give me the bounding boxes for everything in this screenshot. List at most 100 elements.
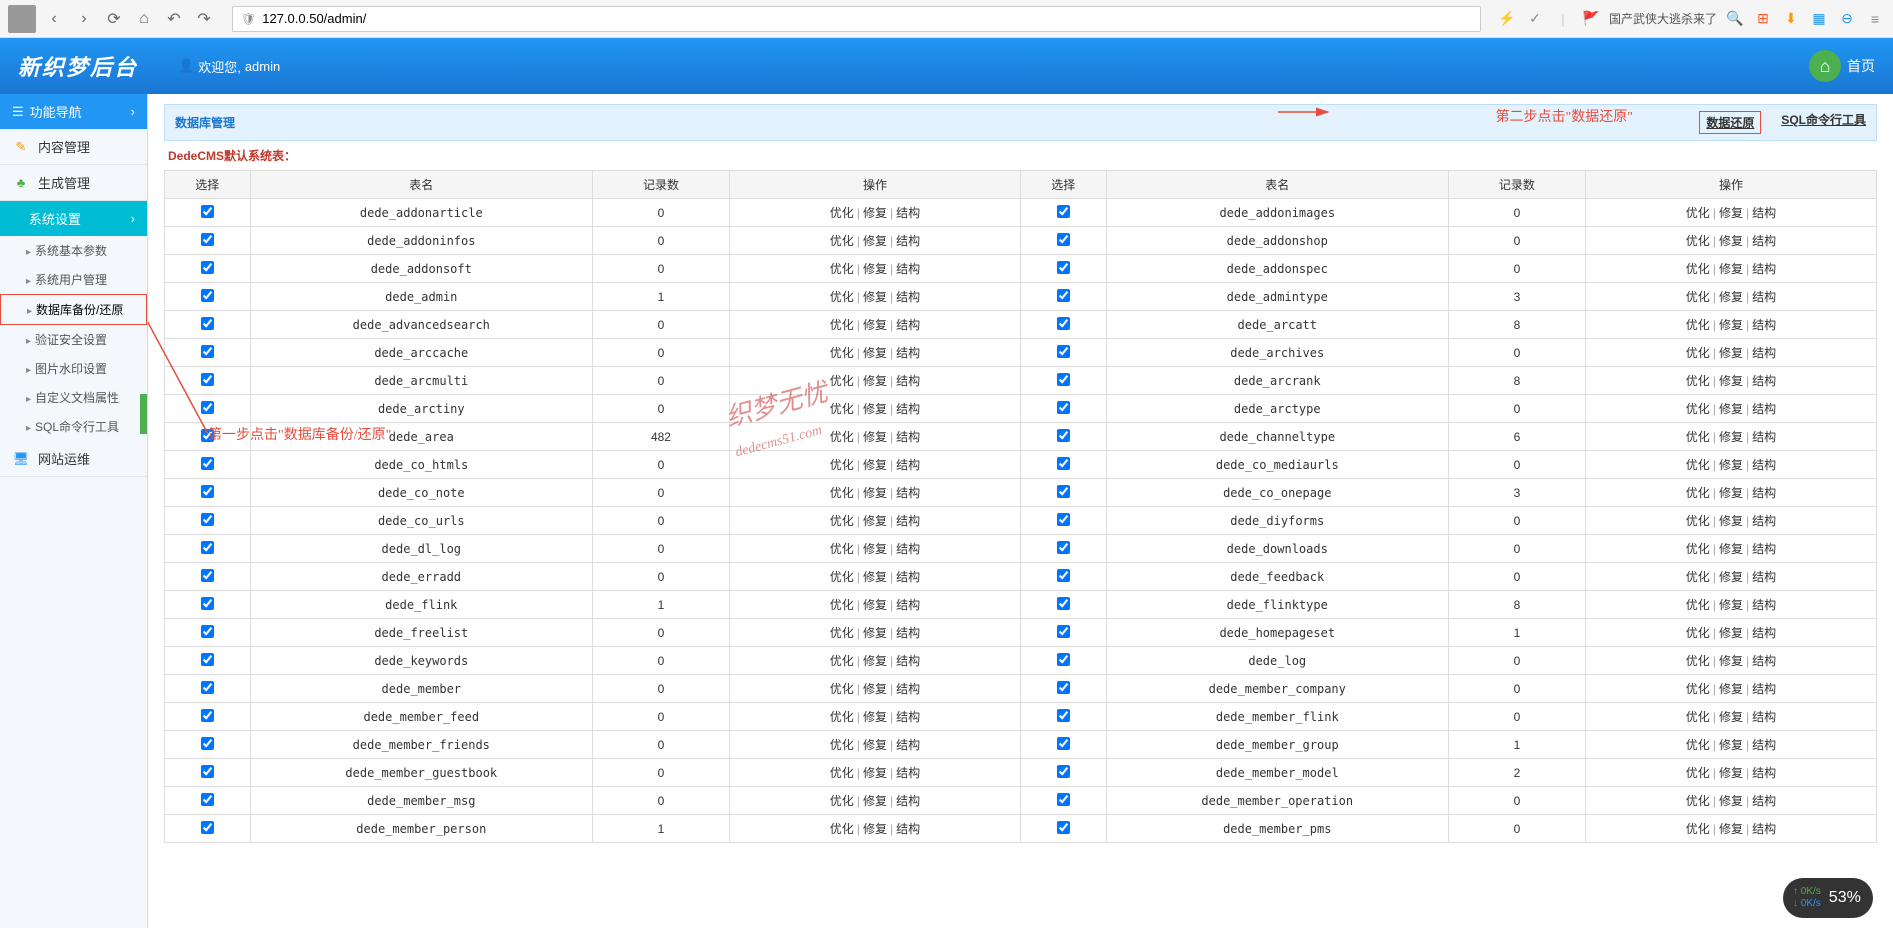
row-checkbox[interactable] [201, 821, 214, 834]
home-button[interactable]: ⌂ [132, 7, 156, 31]
structure-link[interactable]: 结构 [896, 402, 920, 416]
repair-link[interactable]: 修复 [863, 766, 887, 780]
optimize-link[interactable]: 优化 [1686, 206, 1710, 220]
row-checkbox[interactable] [1057, 317, 1070, 330]
row-checkbox[interactable] [1057, 401, 1070, 414]
optimize-link[interactable]: 优化 [1686, 598, 1710, 612]
repair-link[interactable]: 修复 [863, 206, 887, 220]
repair-link[interactable]: 修复 [863, 458, 887, 472]
structure-link[interactable]: 结构 [896, 458, 920, 472]
repair-link[interactable]: 修复 [863, 626, 887, 640]
structure-link[interactable]: 结构 [896, 486, 920, 500]
reload-button[interactable]: ⟳ [102, 7, 126, 31]
row-checkbox[interactable] [201, 457, 214, 470]
structure-link[interactable]: 结构 [1752, 794, 1776, 808]
structure-link[interactable]: 结构 [896, 654, 920, 668]
optimize-link[interactable]: 优化 [830, 626, 854, 640]
row-checkbox[interactable] [201, 569, 214, 582]
repair-link[interactable]: 修复 [863, 542, 887, 556]
bookmark-text[interactable]: 国产武侠大逃杀来了 [1609, 10, 1717, 27]
repair-link[interactable]: 修复 [863, 598, 887, 612]
row-checkbox[interactable] [1057, 653, 1070, 666]
structure-link[interactable]: 结构 [896, 626, 920, 640]
optimize-link[interactable]: 优化 [1686, 486, 1710, 500]
row-checkbox[interactable] [201, 597, 214, 610]
repair-link[interactable]: 修复 [1719, 570, 1743, 584]
structure-link[interactable]: 结构 [896, 794, 920, 808]
row-checkbox[interactable] [201, 681, 214, 694]
repair-link[interactable]: 修复 [863, 262, 887, 276]
optimize-link[interactable]: 优化 [830, 402, 854, 416]
nav-header[interactable]: ☰ 功能导航 › [0, 94, 147, 129]
row-checkbox[interactable] [1057, 625, 1070, 638]
optimize-link[interactable]: 优化 [830, 206, 854, 220]
optimize-link[interactable]: 优化 [1686, 402, 1710, 416]
repair-link[interactable]: 修复 [863, 514, 887, 528]
sql-tool-link[interactable]: SQL命令行工具 [1781, 111, 1866, 134]
row-checkbox[interactable] [201, 261, 214, 274]
structure-link[interactable]: 结构 [896, 822, 920, 836]
row-checkbox[interactable] [201, 345, 214, 358]
structure-link[interactable]: 结构 [1752, 570, 1776, 584]
optimize-link[interactable]: 优化 [1686, 346, 1710, 360]
optimize-link[interactable]: 优化 [1686, 738, 1710, 752]
row-checkbox[interactable] [201, 233, 214, 246]
repair-link[interactable]: 修复 [863, 374, 887, 388]
optimize-link[interactable]: 优化 [1686, 514, 1710, 528]
structure-link[interactable]: 结构 [896, 514, 920, 528]
optimize-link[interactable]: 优化 [1686, 318, 1710, 332]
row-checkbox[interactable] [1057, 597, 1070, 610]
optimize-link[interactable]: 优化 [1686, 262, 1710, 276]
row-checkbox[interactable] [1057, 345, 1070, 358]
structure-link[interactable]: 结构 [1752, 626, 1776, 640]
optimize-link[interactable]: 优化 [1686, 766, 1710, 780]
structure-link[interactable]: 结构 [896, 262, 920, 276]
optimize-link[interactable]: 优化 [1686, 794, 1710, 808]
optimize-link[interactable]: 优化 [830, 262, 854, 276]
repair-link[interactable]: 修复 [1719, 430, 1743, 444]
sidebar-item[interactable]: ✎内容管理 [0, 129, 147, 165]
repair-link[interactable]: 修复 [1719, 374, 1743, 388]
sidebar-sub-item[interactable]: 验证安全设置 [0, 325, 147, 354]
optimize-link[interactable]: 优化 [830, 374, 854, 388]
repair-link[interactable]: 修复 [1719, 794, 1743, 808]
apps-icon[interactable]: ⊞ [1753, 9, 1773, 29]
row-checkbox[interactable] [1057, 457, 1070, 470]
row-checkbox[interactable] [201, 289, 214, 302]
repair-link[interactable]: 修复 [1719, 626, 1743, 640]
row-checkbox[interactable] [1057, 485, 1070, 498]
repair-link[interactable]: 修复 [1719, 346, 1743, 360]
repair-link[interactable]: 修复 [863, 682, 887, 696]
restore-link[interactable]: 数据还原 [1699, 111, 1761, 134]
structure-link[interactable]: 结构 [896, 570, 920, 584]
row-checkbox[interactable] [1057, 765, 1070, 778]
menu-icon[interactable]: ≡ [1865, 9, 1885, 29]
grid-icon[interactable]: ▦ [1809, 9, 1829, 29]
repair-link[interactable]: 修复 [863, 346, 887, 360]
structure-link[interactable]: 结构 [896, 234, 920, 248]
sidebar-sub-item[interactable]: 系统用户管理 [0, 265, 147, 294]
network-meter[interactable]: ↑ 0K/s ↓ 0K/s 53% [1783, 878, 1873, 918]
sidebar-item[interactable]: ♣生成管理 [0, 165, 147, 201]
row-checkbox[interactable] [1057, 569, 1070, 582]
optimize-link[interactable]: 优化 [830, 234, 854, 248]
row-checkbox[interactable] [201, 765, 214, 778]
structure-link[interactable]: 结构 [896, 290, 920, 304]
optimize-link[interactable]: 优化 [1686, 234, 1710, 248]
row-checkbox[interactable] [201, 205, 214, 218]
structure-link[interactable]: 结构 [1752, 514, 1776, 528]
structure-link[interactable]: 结构 [1752, 654, 1776, 668]
structure-link[interactable]: 结构 [1752, 598, 1776, 612]
sidebar-sub-item[interactable]: SQL命令行工具 [0, 412, 147, 441]
optimize-link[interactable]: 优化 [1686, 374, 1710, 388]
optimize-link[interactable]: 优化 [1686, 654, 1710, 668]
repair-link[interactable]: 修复 [1719, 682, 1743, 696]
optimize-link[interactable]: 优化 [830, 738, 854, 752]
minimize-icon[interactable]: ⊖ [1837, 9, 1857, 29]
repair-link[interactable]: 修复 [863, 710, 887, 724]
forward-button[interactable]: › [72, 7, 96, 31]
structure-link[interactable]: 结构 [1752, 234, 1776, 248]
repair-link[interactable]: 修复 [1719, 262, 1743, 276]
address-bar[interactable]: 🛡 [232, 6, 1481, 32]
optimize-link[interactable]: 优化 [830, 542, 854, 556]
